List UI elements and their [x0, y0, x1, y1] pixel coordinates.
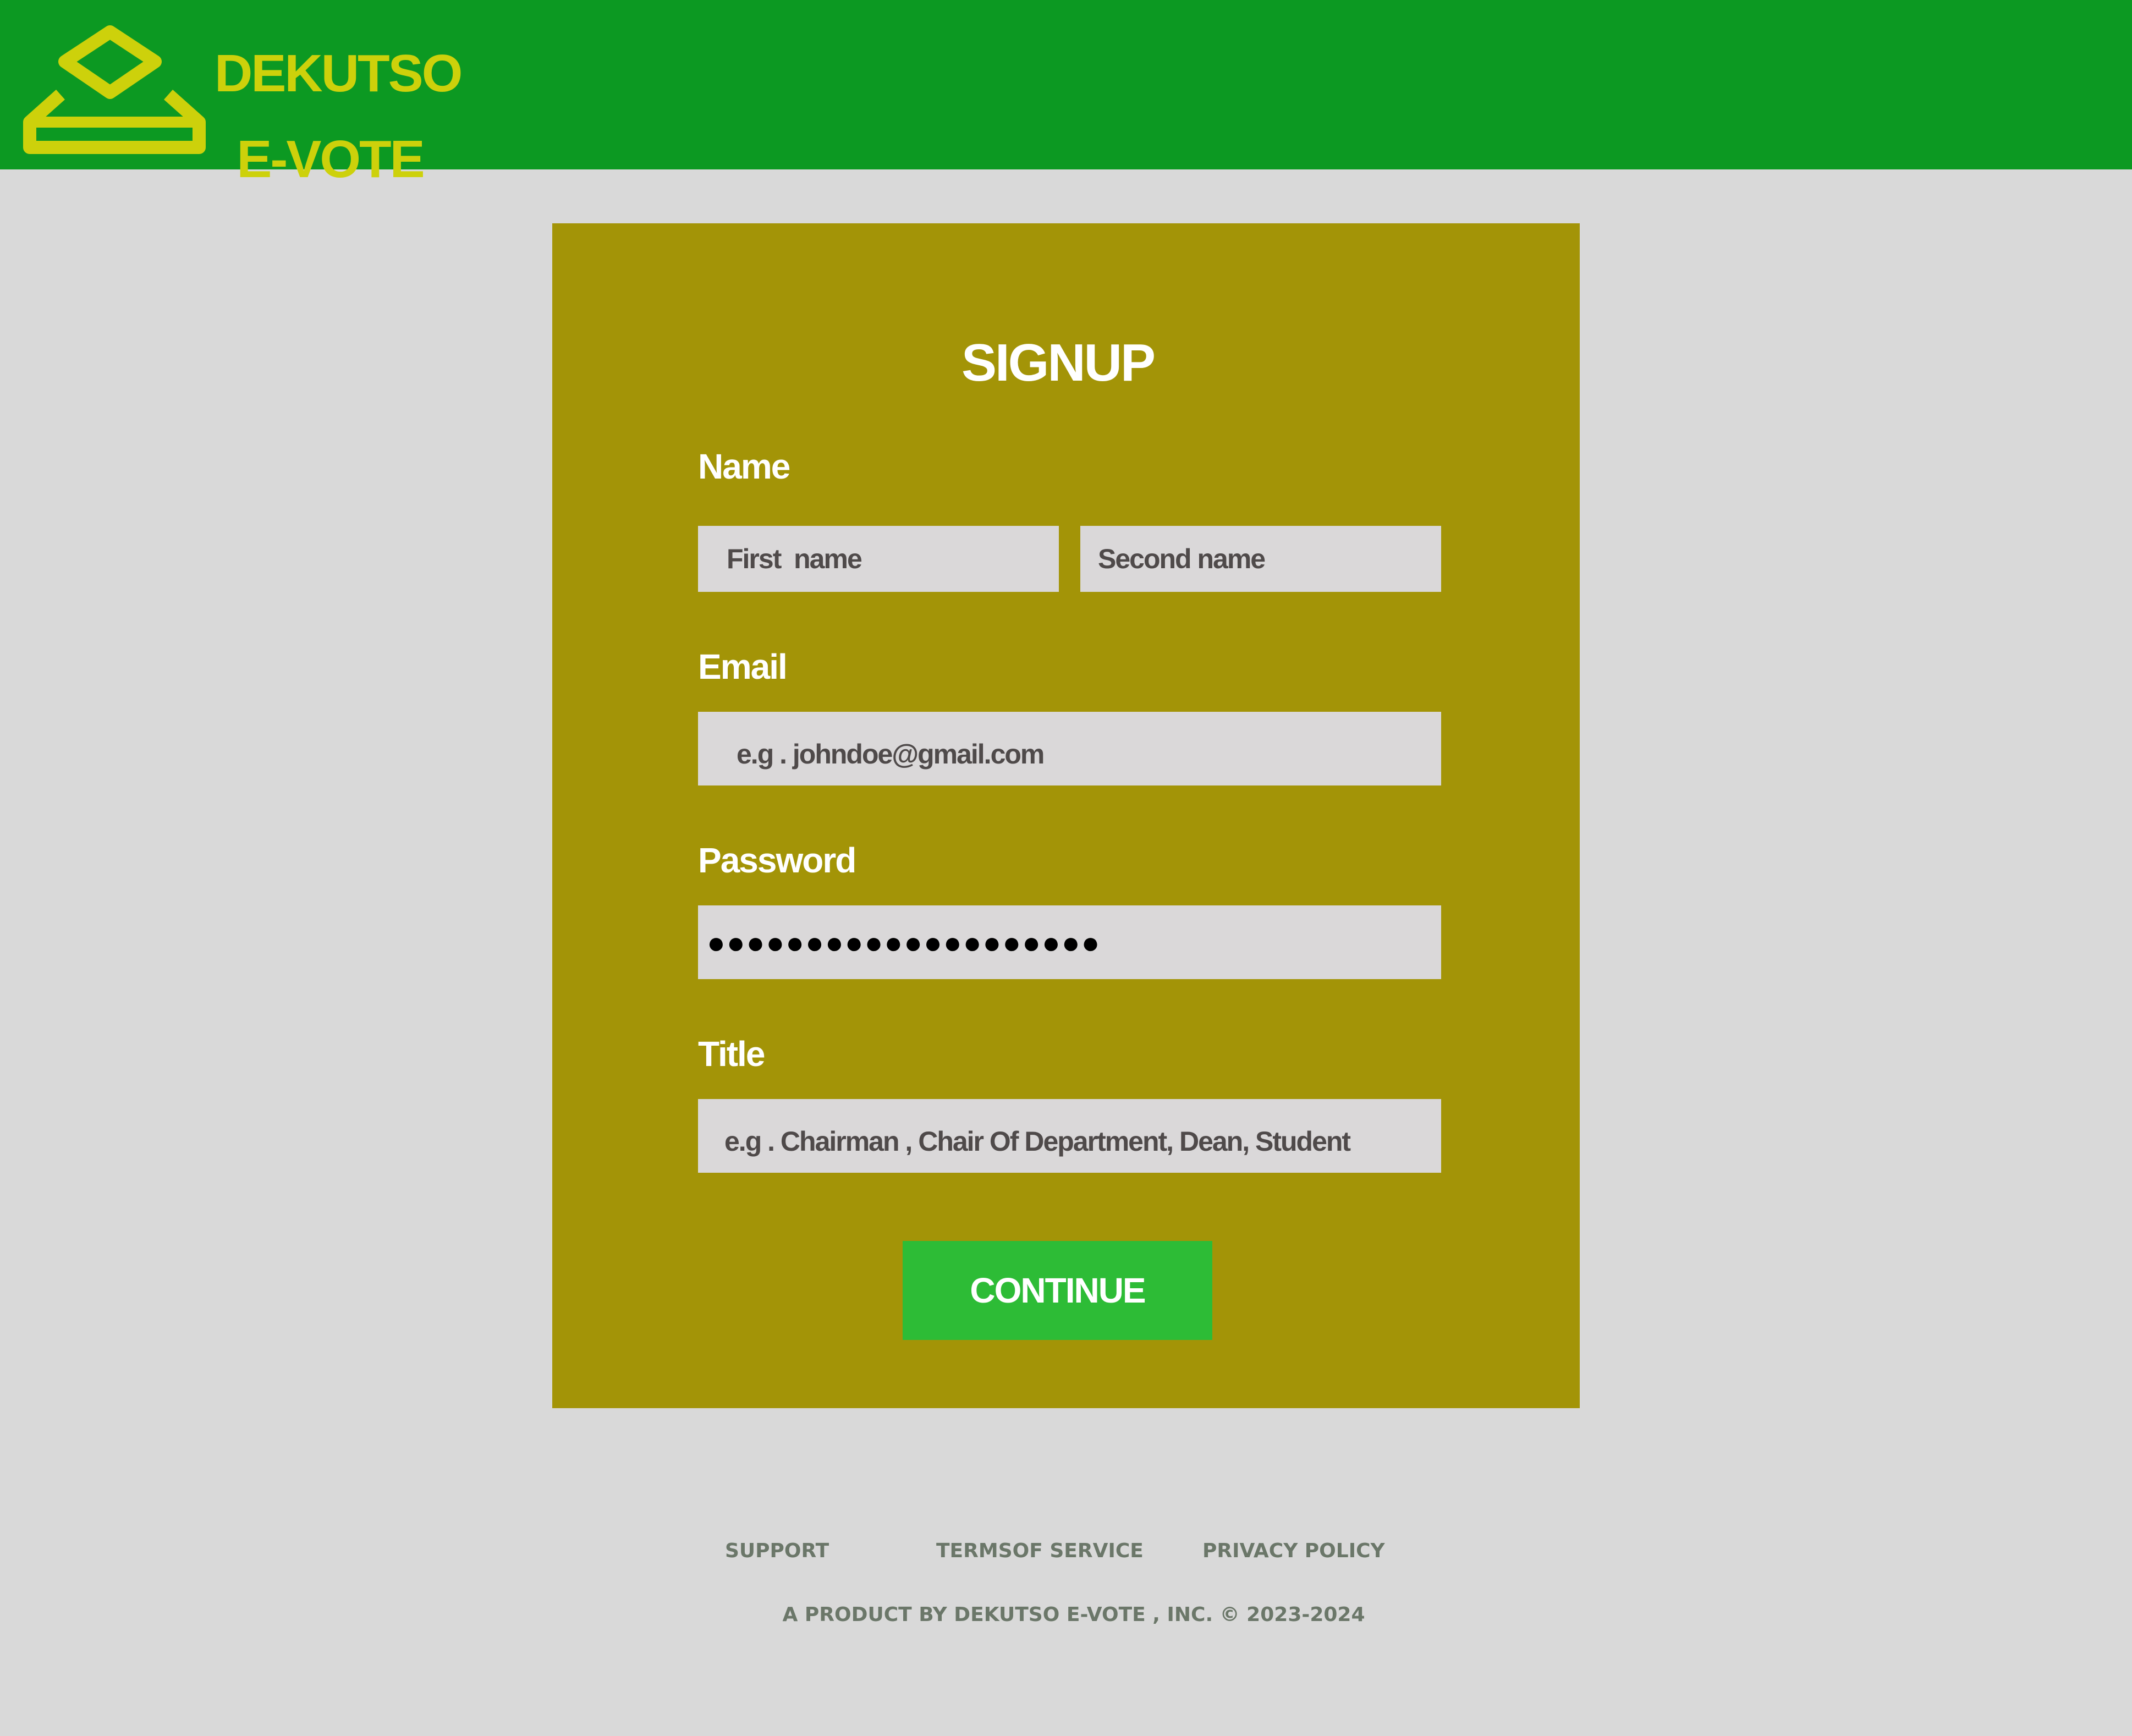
password-input[interactable] [698, 905, 1441, 979]
continue-button[interactable]: CONTINUE [903, 1241, 1212, 1340]
title-input[interactable] [698, 1099, 1441, 1173]
signup-card [552, 223, 1580, 1408]
password-label: Password [698, 840, 856, 880]
brand-line-2: E-VOTE [237, 130, 425, 189]
email-label: Email [698, 647, 788, 686]
footer-copyright: A product by DEKUTSO E-Vote , Inc. © 202… [782, 1603, 1365, 1626]
top-header: DEKUTSO E-VOTE [0, 0, 2132, 189]
footer-privacy-link[interactable]: Privacy policy [1202, 1538, 1385, 1564]
ballot-box-icon[interactable] [22, 24, 207, 158]
footer-terms-link[interactable]: Termsof Service [936, 1538, 1144, 1564]
brand-line-1: DEKUTSO [215, 44, 463, 103]
second-name-input[interactable] [1080, 526, 1441, 592]
footer-support-link[interactable]: Support [725, 1538, 829, 1564]
first-name-input[interactable] [698, 526, 1059, 592]
email-input[interactable] [698, 712, 1441, 785]
name-label: Name [698, 447, 790, 486]
title-label: Title [698, 1034, 765, 1074]
brand-name[interactable]: DEKUTSO E-VOTE [215, 29, 463, 205]
signup-title: SIGNUP [961, 333, 1156, 392]
